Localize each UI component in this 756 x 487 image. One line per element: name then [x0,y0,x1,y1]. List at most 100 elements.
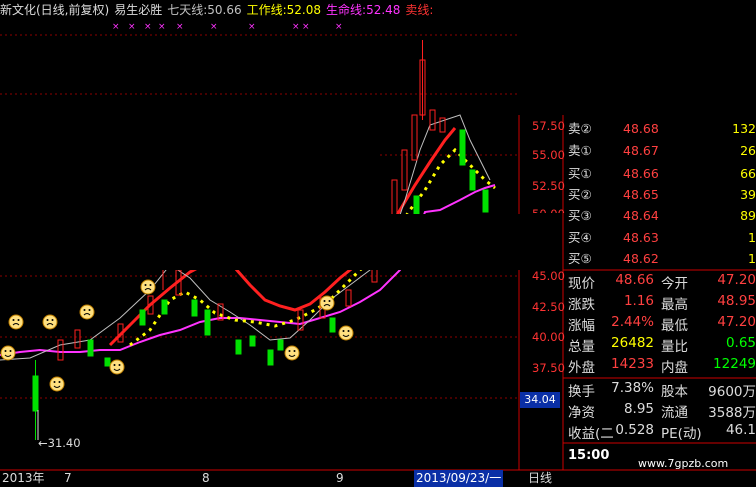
order-row[interactable]: 买① 48.66 66 [566,163,756,184]
stat-value: 3588万 [708,405,756,421]
stat-row: 收益(二 0.528 PE(动) 46.1 [566,422,756,443]
svg-text:×: × [176,22,184,32]
smiley-icon [284,345,300,361]
order-row[interactable]: 买④ 48.63 1 [566,227,756,248]
date-tick: 8 [202,471,210,485]
date-tick: 9 [336,471,344,485]
axis-label: 52.50 [532,179,565,193]
stat-row: 涨幅 2.44% 最低 47.20 [566,314,756,335]
order-label: 买② [568,187,592,202]
order-label: 买⑤ [568,251,592,266]
stat-label: 量比 [661,339,688,355]
stat-value: 8.95 [623,401,654,417]
stat-value: 12249 [713,356,756,372]
order-price: 48.64 [623,208,659,223]
stat-value: 2.44% [611,314,654,330]
smiley-markers [0,279,354,392]
svg-text:×: × [335,22,343,32]
order-vol: 89 [740,208,756,223]
stat-row: 涨跌 1.16 最高 48.95 [566,293,756,314]
sell-line-label: 卖线: [405,3,434,17]
stock-title: 新文化(日线,前复权) [0,3,110,17]
date-tick: 7 [64,471,72,485]
axis-label: 42.50 [532,300,565,314]
stat-value: 48.66 [615,272,654,288]
clock: 15:00 [568,448,610,463]
stat-label: 流通 [661,405,688,421]
order-row[interactable]: 卖① 48.67 26 [566,140,756,161]
stat-value: 47.20 [717,314,756,330]
stat-value: 7.38% [611,380,654,396]
date-tick: 2013年 [2,471,45,485]
axis-label: 55.00 [532,148,565,162]
stat-value: 26482 [611,335,654,351]
svg-text:×: × [158,22,166,32]
stat-row: 现价 48.66 今开 47.20 [566,272,756,293]
axis-label: 45.00 [532,269,565,283]
order-row[interactable]: 卖② 48.68 132 [566,118,756,139]
indicator-title-bar: 新文化(日线,前复权) 易生必胜 七天线:50.66 工作线:52.08 生命线:52.… [0,0,756,20]
stat-label: 涨幅 [568,318,595,334]
stat-label: 最低 [661,318,688,334]
axis-label: 37.50 [532,361,565,375]
watermark: www.7gpzb.com [638,457,729,470]
order-book: 卖② 48.68 132 卖① 48.67 26 买① 48.66 66 买② … [566,118,756,270]
stat-label: 股本 [661,384,688,400]
period-selector[interactable]: 日线 [528,470,552,487]
stat-label: 最高 [661,297,688,313]
axis-label: 57.50 [532,119,565,133]
order-price: 48.62 [623,251,659,266]
order-label: 买① [568,166,592,181]
current-price-marker: 34.04 [520,392,560,408]
stat-value: 14233 [611,356,654,372]
order-price: 48.68 [623,121,659,136]
stat-row: 净资 8.95 流通 3588万 [566,401,756,422]
stat-label: PE(动) [661,426,702,442]
stat-row: 换手 7.38% 股本 9600万 [566,380,756,401]
axis-label: 50.00 [532,207,565,213]
stat-label: 今开 [661,276,688,292]
stat-label: 净资 [568,405,595,421]
stat-value: 1.16 [623,293,654,309]
svg-text:×: × [144,22,152,32]
stat-value: 0.65 [725,335,756,351]
stat-value: 9600万 [708,384,756,400]
life-line-label: 生命线: [326,3,367,17]
order-vol: 39 [740,187,756,202]
order-row[interactable]: 买③ 48.64 89 [566,205,756,226]
order-price: 48.66 [623,166,659,181]
svg-text:×: × [128,22,136,32]
signal-x-markers: × × × × × × × × × × [112,22,343,32]
order-price: 48.65 [623,187,659,202]
seven-day-value: 50.66 [207,3,242,17]
order-vol: 26 [740,143,756,158]
occluding-overlay [0,214,520,270]
order-label: 卖① [568,143,592,158]
smiley-icon [319,295,335,311]
order-price: 48.63 [623,230,659,245]
smiley-icon [8,314,24,330]
indicator-name: 易生必胜 [114,3,163,17]
order-label: 买③ [568,208,592,223]
stat-value: 47.20 [717,272,756,288]
date-axis: 2013年 7 8 9 2013/09/23/一 日线 [0,470,756,487]
smiley-icon [49,376,65,392]
stat-value: 48.95 [717,293,756,309]
stat-label: 涨跌 [568,297,595,313]
order-row[interactable]: 买⑤ 48.62 1 [566,248,756,269]
order-vol: 1 [748,251,756,266]
stat-label: 现价 [568,276,595,292]
smiley-icon [0,345,16,361]
svg-text:×: × [112,22,120,32]
order-vol: 132 [732,121,756,136]
order-row[interactable]: 买② 48.65 39 [566,184,756,205]
stat-value: 46.1 [725,422,756,438]
svg-text:×: × [292,22,300,32]
stat-label: 外盘 [568,360,595,376]
work-line-value: 52.08 [286,3,322,17]
smiley-icon [79,304,95,320]
stat-label: 内盘 [661,360,688,376]
svg-text:×: × [248,22,256,32]
stat-label: 总量 [568,339,595,355]
svg-text:×: × [302,22,310,32]
